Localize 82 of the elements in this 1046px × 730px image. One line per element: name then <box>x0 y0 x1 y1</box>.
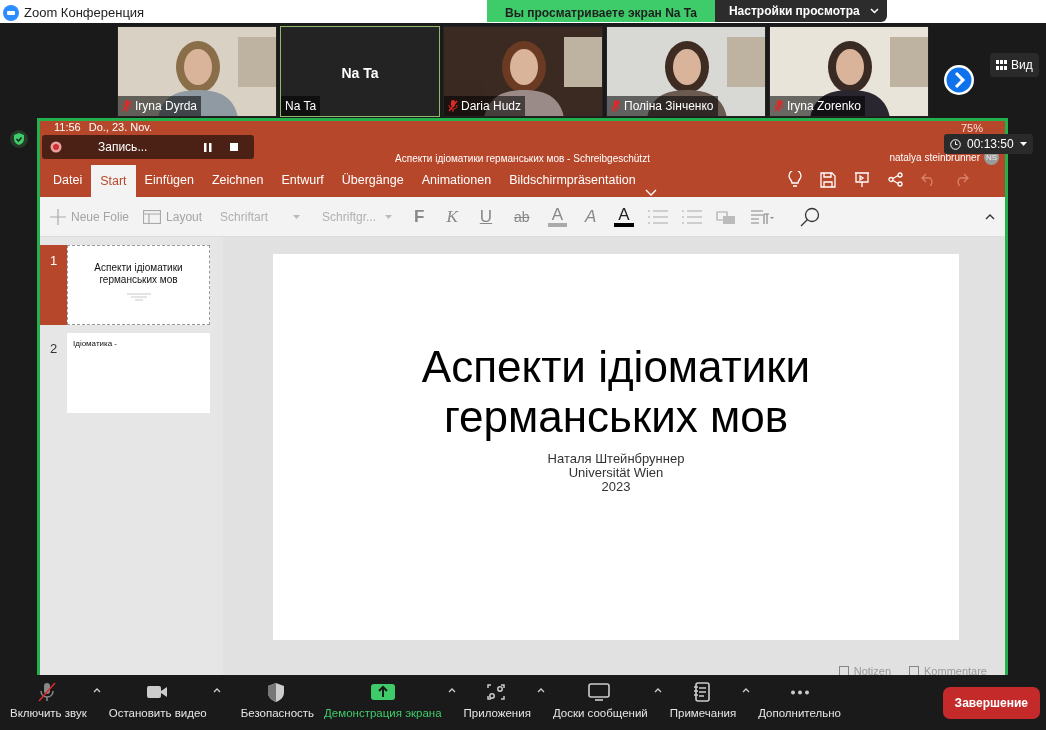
layout-icon <box>143 209 162 224</box>
recording-label: Запись... <box>98 139 148 156</box>
caret-up-icon[interactable] <box>92 688 101 694</box>
ribbon-tab[interactable]: Start <box>91 165 136 197</box>
slide-number[interactable]: 2 <box>40 333 67 413</box>
slide-thumbnail[interactable]: Ідіоматика - <box>67 333 210 413</box>
save-icon[interactable] <box>820 171 836 188</box>
toolbar-button[interactable]: Включить звук <box>6 682 91 723</box>
view-settings-button[interactable]: Настройки просмотра <box>714 0 887 22</box>
italic-button[interactable]: K <box>442 208 462 225</box>
slide-title: Аспекти ідіоматики германських мов <box>420 342 812 443</box>
slide-number[interactable]: 1 <box>40 245 67 325</box>
end-meeting-button[interactable]: Завершение <box>942 686 1040 719</box>
share-banner: Вы просматриваете экран Na Ta <box>487 0 715 22</box>
participant-name: Поліна Зінченко <box>624 98 714 115</box>
muted-mic-icon <box>774 100 784 112</box>
participant-name: Na Ta <box>285 98 317 115</box>
ribbon-tab[interactable]: Animationen <box>412 164 501 197</box>
user-name: natalya steinbrunner <box>889 151 980 165</box>
presentation-icon[interactable] <box>854 171 870 188</box>
toolbar-button[interactable]: Остановить видео <box>104 682 211 723</box>
plus-icon <box>50 208 66 225</box>
slide-subtitle: 2023 <box>601 479 631 494</box>
chevron-down-icon <box>869 8 879 14</box>
timer: 00:13:50 <box>944 134 1033 154</box>
caret-up-icon[interactable] <box>447 688 456 694</box>
record-icon <box>50 141 62 153</box>
monitor-icon <box>588 682 613 703</box>
muted-mic-icon <box>122 100 132 112</box>
lightbulb-icon[interactable] <box>788 171 802 188</box>
toolbar-button[interactable]: Безопасность <box>236 682 319 723</box>
muted-mic-icon <box>448 100 458 112</box>
participant-name: Daria Hudz <box>461 98 522 115</box>
clear-format-button[interactable]: A <box>581 208 601 225</box>
collapse-icon[interactable] <box>985 213 995 220</box>
font-color-button[interactable]: A <box>614 206 634 227</box>
caret-icon <box>293 214 301 219</box>
toolbar-button[interactable]: Дополнительно <box>754 682 845 723</box>
window-title: Zoom Конференция <box>24 4 145 22</box>
pause-icon[interactable] <box>204 142 212 152</box>
ribbon-tab[interactable]: Datei <box>44 164 92 197</box>
muted-mic-icon <box>611 100 621 112</box>
status-time: 11:56 <box>54 121 81 134</box>
bold-button[interactable]: F <box>410 208 429 225</box>
caret-icon[interactable] <box>1019 142 1027 146</box>
ribbon-tab[interactable]: Entwurf <box>272 164 333 197</box>
slide-subtitle: Наталя Штейнбруннер <box>547 452 685 466</box>
toolbar-button[interactable]: Доски сообщений <box>548 682 652 723</box>
slide-thumbnail[interactable]: Аспекти ідіоматики германських мов <box>67 245 210 325</box>
ribbon-tab[interactable]: Zeichnen <box>202 164 273 197</box>
chevron-down-icon[interactable] <box>644 189 657 197</box>
search-icon[interactable] <box>799 206 820 227</box>
caret-up-icon[interactable] <box>742 688 751 694</box>
highlight-button[interactable]: A <box>547 206 567 227</box>
ribbon-tab[interactable]: Bildschirmpräsentation <box>500 164 645 197</box>
underline-button[interactable]: U <box>475 208 497 225</box>
clock-icon <box>950 138 961 150</box>
participant-name: Iryna Zorenko <box>787 98 862 115</box>
caret-up-icon[interactable] <box>653 688 662 694</box>
participant-name: Na Ta <box>341 64 379 83</box>
share-icon[interactable] <box>888 172 903 187</box>
share-screen-icon <box>370 682 395 703</box>
more-icon <box>790 690 809 696</box>
caret-icon <box>385 214 393 219</box>
caret-up-icon[interactable] <box>536 688 545 694</box>
ribbon-tab[interactable]: Einfügen <box>135 164 203 197</box>
shield-icon[interactable] <box>9 130 28 148</box>
view-button[interactable]: Вид <box>990 53 1039 77</box>
next-page-icon[interactable] <box>943 64 975 96</box>
checkbox-icon <box>909 665 919 675</box>
slide-subtitle: Universität Wien <box>568 465 664 480</box>
participant-name: Iryna Dyrda <box>135 98 198 115</box>
status-date: Do., 23. Nov. <box>88 121 153 134</box>
toolbar-button[interactable]: Демонстрация экрана <box>320 682 446 723</box>
caret-up-icon[interactable] <box>212 688 221 694</box>
toolbar-button[interactable]: Примечания <box>665 682 741 723</box>
toolbar-button[interactable]: Приложения <box>459 682 535 723</box>
strikethrough-button[interactable]: ab <box>510 209 534 224</box>
battery-level: 75% <box>960 121 983 136</box>
ribbon-tab[interactable]: Übergänge <box>332 164 413 197</box>
document-title: Аспекти ідіоматики германських мов - Schreibgeschützt <box>395 153 650 164</box>
grid-icon <box>996 60 1007 70</box>
